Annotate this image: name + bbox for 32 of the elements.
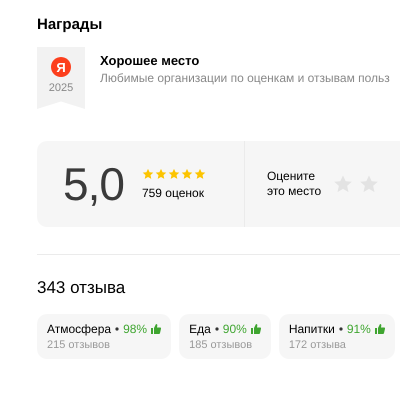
category-name: Напитки (288, 322, 335, 336)
dot-icon (338, 327, 343, 331)
logo-icon: Я (51, 57, 71, 77)
rate-prompt: Оцените это место (266, 169, 322, 199)
category-chip[interactable]: Еда 90% 185 отзывов (179, 314, 271, 359)
category-name: Еда (189, 322, 211, 336)
award-description: Любимые организации по оценкам и отзывам польз (100, 70, 390, 86)
award-year: 2025 (48, 82, 74, 94)
category-percent: 90% (222, 322, 247, 336)
category-count: 172 отзыва (288, 339, 347, 351)
rating-score: 5,0 (63, 157, 124, 211)
section-title: Награды (37, 15, 104, 35)
category-percent: 91% (346, 322, 371, 336)
thumbs-up-icon (374, 324, 385, 334)
thumbs-up-icon (250, 324, 261, 334)
star-icon (168, 168, 180, 180)
category-count: 215 отзывов (47, 339, 111, 351)
dot-icon (115, 327, 120, 331)
reviews-title: 343 отзыва (37, 277, 126, 299)
star-icon (154, 168, 167, 180)
category-count: 185 отзывов (189, 339, 254, 351)
category-chip[interactable]: Напитки 91% 172 отзыва (278, 314, 395, 359)
star-icon (180, 168, 193, 180)
award-name: Хорошее место (100, 52, 200, 70)
thumbs-up-icon (151, 324, 162, 334)
rating-count: 759 оценок (142, 186, 205, 200)
category-name: Атмосфера (47, 322, 112, 336)
star-icon (142, 168, 154, 180)
star-icon (194, 168, 206, 180)
category-chip[interactable]: Атмосфера 98% 215 отзывов (37, 314, 172, 359)
category-percent: 98% (123, 322, 148, 336)
dot-icon (214, 327, 219, 331)
